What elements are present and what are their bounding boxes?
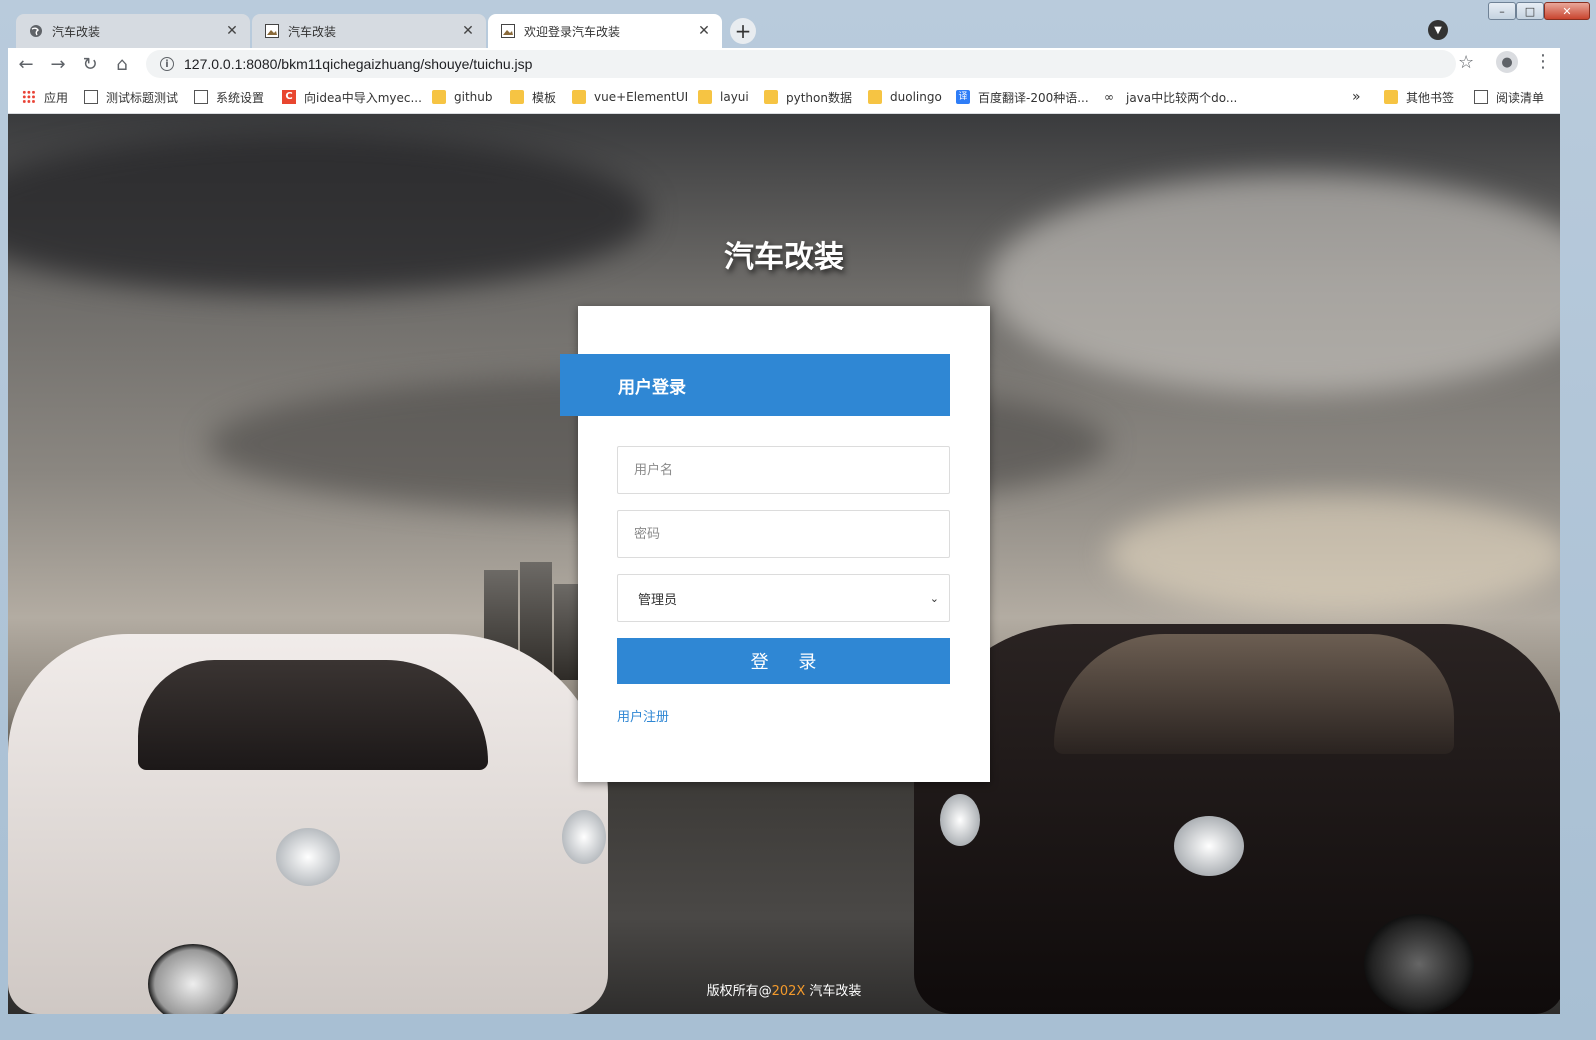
background-cloud <box>1108 494 1560 614</box>
bookmark-folder[interactable]: duolingo <box>868 88 942 106</box>
address-bar[interactable]: i 127.0.0.1:8080/bkm11qichegaizhuang/sho… <box>146 50 1456 78</box>
footer-prefix: 版权所有@ <box>706 984 772 999</box>
chevron-down-icon: ⌄ <box>929 591 939 605</box>
back-icon[interactable]: ← <box>12 50 40 78</box>
login-header: 用户登录 <box>560 354 950 416</box>
password-input[interactable] <box>617 510 950 558</box>
apps-grid-icon <box>22 90 36 104</box>
close-tab-icon[interactable]: ✕ <box>696 23 712 39</box>
folder-icon <box>432 90 446 104</box>
tab-title: 欢迎登录汽车改装 <box>524 24 621 39</box>
url-text[interactable]: 127.0.0.1:8080/bkm11qichegaizhuang/shouy… <box>184 56 532 72</box>
bookmarks-overflow-button[interactable]: » <box>1352 88 1361 106</box>
tab-1[interactable]: 汽车改装 ✕ <box>16 14 250 48</box>
site-title: 汽车改装 <box>724 240 844 275</box>
folder-icon <box>572 90 586 104</box>
tab-title: 汽车改装 <box>52 24 101 39</box>
bookmark-item[interactable]: 测试标题测试 <box>84 88 178 106</box>
reading-list[interactable]: 阅读清单 <box>1474 88 1544 106</box>
link-icon: ∞ <box>1104 90 1114 104</box>
bookmark-folder[interactable]: python数据 <box>764 88 852 106</box>
folder-icon <box>1384 90 1398 104</box>
home-icon[interactable]: ⌂ <box>108 50 136 78</box>
reload-icon[interactable]: ↻ <box>76 50 104 78</box>
folder-icon <box>764 90 778 104</box>
background-cloud <box>988 174 1560 394</box>
tab-title: 汽车改装 <box>288 24 337 39</box>
close-tab-icon[interactable]: ✕ <box>460 23 476 39</box>
globe-icon <box>28 23 44 39</box>
tab-strip: 汽车改装 ✕ 汽车改装 ✕ 欢迎登录汽车改装 ✕ + ▼ <box>8 12 1568 48</box>
translate-icon: 译 <box>956 90 970 104</box>
tab-3-active[interactable]: 欢迎登录汽车改装 ✕ <box>488 14 722 48</box>
role-select[interactable]: 管理员 ⌄ <box>617 574 950 622</box>
black-car-image <box>904 614 1560 1014</box>
bookmark-item[interactable]: 译百度翻译-200种语... <box>956 88 1089 106</box>
new-tab-button[interactable]: + <box>730 18 756 44</box>
bookmark-folder[interactable]: vue+ElementUI <box>572 88 688 106</box>
c-icon: C <box>282 90 296 104</box>
image-icon <box>84 90 98 104</box>
bookmark-item[interactable]: ∞ java中比较两个do... <box>1104 88 1237 106</box>
browser-window: – □ ✕ 汽车改装 ✕ 汽车改装 ✕ 欢迎登录汽车改装 ✕ + ▼ ← → ↻… <box>0 0 1596 1040</box>
profile-icon[interactable]: ● <box>1496 51 1518 73</box>
footer-suffix: 汽车改装 <box>805 984 862 999</box>
image-icon <box>500 23 516 39</box>
bookmark-folder[interactable]: layui <box>698 88 749 106</box>
username-input[interactable] <box>617 446 950 494</box>
reading-list-icon <box>1474 90 1488 104</box>
folder-icon <box>698 90 712 104</box>
image-icon <box>264 23 280 39</box>
info-icon[interactable]: i <box>160 57 174 71</box>
bookmark-folder[interactable]: github <box>432 88 492 106</box>
forward-icon[interactable]: → <box>44 50 72 78</box>
bookmarks-bar: 应用 测试标题测试 系统设置 C 向idea中导入myec... github 模… <box>8 80 1560 114</box>
tab-2[interactable]: 汽车改装 ✕ <box>252 14 486 48</box>
image-icon <box>194 90 208 104</box>
folder-icon <box>510 90 524 104</box>
bookmark-folder[interactable]: 模板 <box>510 88 556 106</box>
browser-toolbar: ← → ↻ ⌂ i 127.0.0.1:8080/bkm11qichegaizh… <box>8 48 1560 80</box>
tab-search-icon[interactable]: ▼ <box>1428 20 1448 40</box>
bookmark-apps[interactable]: 应用 <box>22 88 68 106</box>
bookmark-star-icon[interactable]: ☆ <box>1458 52 1474 73</box>
close-tab-icon[interactable]: ✕ <box>224 23 240 39</box>
login-page: 汽车改装 用户登录 管理员 ⌄ 登 录 用户注册 版权所有@202X 汽车改装 <box>8 114 1560 1014</box>
register-link[interactable]: 用户注册 <box>617 706 669 725</box>
login-button[interactable]: 登 录 <box>617 638 950 684</box>
footer-year: 202X <box>771 984 806 999</box>
role-selected-value: 管理员 <box>638 592 678 608</box>
login-card: 用户登录 管理员 ⌄ 登 录 用户注册 <box>560 306 990 782</box>
white-car-image <box>8 614 618 1014</box>
other-bookmarks[interactable]: 其他书签 <box>1384 88 1454 106</box>
menu-icon[interactable]: ⋮ <box>1534 51 1552 72</box>
bookmark-item[interactable]: 系统设置 <box>194 88 264 106</box>
footer-copyright: 版权所有@202X 汽车改装 <box>8 980 1560 999</box>
folder-icon <box>868 90 882 104</box>
bookmark-item[interactable]: C 向idea中导入myec... <box>282 88 422 106</box>
